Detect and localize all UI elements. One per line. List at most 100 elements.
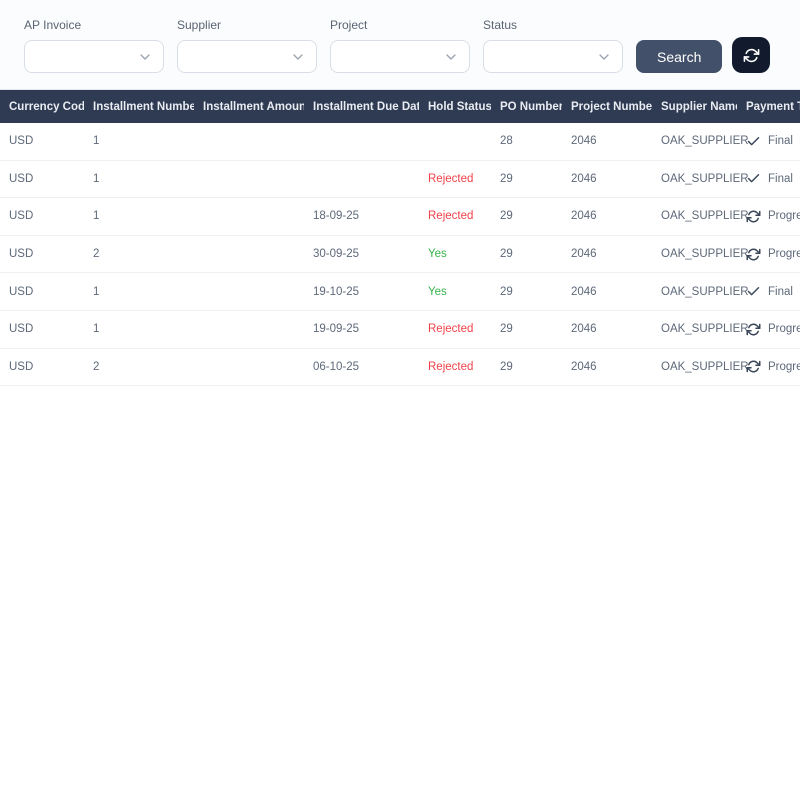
table-row[interactable]: USD 1 Rejected 29 2046 OAK_SUPPLIER Fina… — [0, 160, 800, 198]
chevron-down-icon — [596, 49, 612, 65]
sync-icon — [746, 359, 761, 374]
refresh-button[interactable] — [732, 37, 770, 73]
col-header-installment-number: Installment Number — [84, 90, 194, 123]
cell-payment-type: Final — [737, 160, 800, 198]
cell-hold-status — [419, 123, 491, 160]
filter-field-supplier: Supplier — [177, 18, 317, 73]
cell-currency-code: USD — [0, 273, 84, 311]
col-header-po-number: PO Number — [491, 90, 562, 123]
col-header-hold-status: Hold Status — [419, 90, 491, 123]
sync-icon — [746, 322, 761, 337]
status-label: Status — [483, 18, 623, 32]
col-header-currency-code: Currency Code — [0, 90, 84, 123]
cell-po-number: 28 — [491, 123, 562, 160]
search-button[interactable]: Search — [636, 40, 722, 73]
col-header-installment-amount: Installment Amount — [194, 90, 304, 123]
payment-type-label: Progress — [768, 248, 800, 260]
cell-project-number: 2046 — [562, 160, 652, 198]
payment-type-label: Final — [768, 135, 793, 147]
cell-project-number: 2046 — [562, 123, 652, 160]
cell-supplier-name: OAK_SUPPLIER — [652, 198, 737, 236]
cell-po-number: 29 — [491, 348, 562, 386]
payment-type-label: Final — [768, 286, 793, 298]
cell-payment-type: Progress — [737, 235, 800, 273]
cell-installment-amount — [194, 310, 304, 348]
cell-project-number: 2046 — [562, 348, 652, 386]
filter-field-ap-invoice: AP Invoice — [24, 18, 164, 73]
cell-installment-due-date: 06-10-25 — [304, 348, 419, 386]
cell-currency-code: USD — [0, 198, 84, 236]
cell-installment-number: 1 — [84, 198, 194, 236]
filter-bar: AP Invoice Supplier Project Status Searc… — [0, 0, 800, 90]
filter-field-project: Project — [330, 18, 470, 73]
filter-field-status: Status — [483, 18, 623, 73]
cell-supplier-name: OAK_SUPPLIER — [652, 310, 737, 348]
col-header-supplier-name: Supplier Name — [652, 90, 737, 123]
cell-payment-type: Progress — [737, 310, 800, 348]
check-icon — [746, 134, 761, 149]
payment-type-label: Progress — [768, 361, 800, 373]
cell-hold-status: Rejected — [419, 160, 491, 198]
table-row[interactable]: USD 1 18-09-25 Rejected 29 2046 OAK_SUPP… — [0, 198, 800, 236]
cell-po-number: 29 — [491, 160, 562, 198]
cell-currency-code: USD — [0, 160, 84, 198]
ap-invoice-label: AP Invoice — [24, 18, 164, 32]
cell-installment-due-date — [304, 160, 419, 198]
cell-installment-due-date: 18-09-25 — [304, 198, 419, 236]
status-select[interactable] — [483, 40, 623, 73]
cell-installment-due-date: 30-09-25 — [304, 235, 419, 273]
cell-project-number: 2046 — [562, 273, 652, 311]
table-row[interactable]: USD 1 19-09-25 Rejected 29 2046 OAK_SUPP… — [0, 310, 800, 348]
cell-payment-type: Final — [737, 123, 800, 160]
payment-type-label: Final — [768, 173, 793, 185]
cell-hold-status: Rejected — [419, 310, 491, 348]
cell-po-number: 29 — [491, 310, 562, 348]
table-header: Currency Code Installment Number Install… — [0, 90, 800, 123]
table-row[interactable]: USD 1 28 2046 OAK_SUPPLIER Final — [0, 123, 800, 160]
cell-installment-number: 2 — [84, 235, 194, 273]
cell-hold-status: Rejected — [419, 198, 491, 236]
cell-installment-amount — [194, 348, 304, 386]
cell-po-number: 29 — [491, 235, 562, 273]
col-header-installment-due-date: Installment Due Date — [304, 90, 419, 123]
cell-hold-status: Yes — [419, 273, 491, 311]
cell-payment-type: Final — [737, 273, 800, 311]
project-select[interactable] — [330, 40, 470, 73]
cell-po-number: 29 — [491, 273, 562, 311]
table-row[interactable]: USD 2 06-10-25 Rejected 29 2046 OAK_SUPP… — [0, 348, 800, 386]
cell-project-number: 2046 — [562, 198, 652, 236]
cell-currency-code: USD — [0, 310, 84, 348]
cell-supplier-name: OAK_SUPPLIER — [652, 273, 737, 311]
cell-supplier-name: OAK_SUPPLIER — [652, 348, 737, 386]
table-row[interactable]: USD 2 30-09-25 Yes 29 2046 OAK_SUPPLIER … — [0, 235, 800, 273]
installments-table: Currency Code Installment Number Install… — [0, 90, 800, 386]
cell-installment-number: 1 — [84, 123, 194, 160]
payment-type-label: Progress — [768, 323, 800, 335]
refresh-icon — [743, 47, 760, 64]
installments-table-grid: Currency Code Installment Number Install… — [0, 90, 800, 386]
payment-type-label: Progress — [768, 210, 800, 222]
cell-currency-code: USD — [0, 235, 84, 273]
cell-installment-number: 1 — [84, 310, 194, 348]
check-icon — [746, 171, 761, 186]
cell-installment-number: 1 — [84, 273, 194, 311]
chevron-down-icon — [290, 49, 306, 65]
supplier-select[interactable] — [177, 40, 317, 73]
cell-payment-type: Progress — [737, 348, 800, 386]
ap-invoice-select[interactable] — [24, 40, 164, 73]
cell-hold-status: Yes — [419, 235, 491, 273]
project-label: Project — [330, 18, 470, 32]
cell-installment-amount — [194, 123, 304, 160]
sync-icon — [746, 209, 761, 224]
chevron-down-icon — [443, 49, 459, 65]
cell-project-number: 2046 — [562, 310, 652, 348]
cell-installment-amount — [194, 273, 304, 311]
table-row[interactable]: USD 1 19-10-25 Yes 29 2046 OAK_SUPPLIER … — [0, 273, 800, 311]
check-icon — [746, 284, 761, 299]
col-header-project-number: Project Number — [562, 90, 652, 123]
cell-project-number: 2046 — [562, 235, 652, 273]
cell-hold-status: Rejected — [419, 348, 491, 386]
cell-installment-amount — [194, 235, 304, 273]
col-header-payment-type: Payment Type — [737, 90, 800, 123]
cell-currency-code: USD — [0, 348, 84, 386]
